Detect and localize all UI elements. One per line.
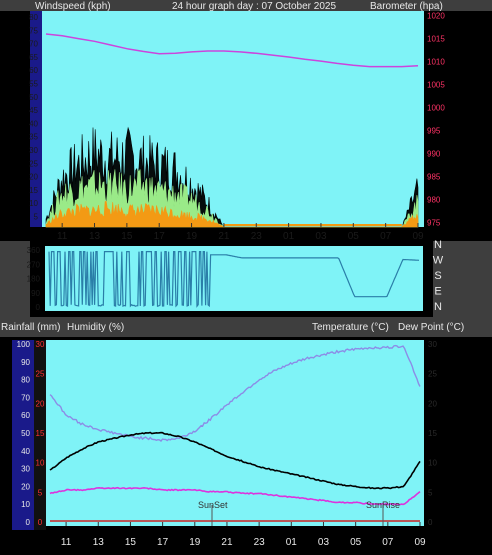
wind-tick-label: 55 [29,80,38,89]
rain-tick-label: 25 [36,370,45,379]
barometer-tick-label: 1020 [427,12,445,21]
x-tick-label: 19 [189,537,201,548]
x-tick-label: 01 [283,231,295,242]
rain-tick-label: 5 [38,488,43,497]
humidity-tick-label: 0 [26,518,31,527]
wind-tick-label: 5 [34,213,39,222]
windspeed-label: Windspeed (kph) [35,1,111,12]
humidity-tick-label: 60 [21,411,30,420]
x-tick-label: 05 [348,231,360,242]
rain-tick-label: 0 [38,518,43,527]
rain-tick-label: 20 [36,399,45,408]
x-tick-label: 21 [221,537,233,548]
rain-tick-label: 15 [36,429,45,438]
x-tick-label: 13 [93,537,105,548]
x-tick-label: 07 [382,537,394,548]
x-tick-label: 11 [61,537,72,548]
barometer-tick-label: 1010 [427,58,445,67]
humidity-tick-label: 20 [21,482,30,491]
barometer-tick-label: 985 [427,172,441,181]
x-tick-label: 23 [254,537,266,548]
temperature-tick-label: 25 [428,370,437,379]
wind-tick-label: 20 [29,173,38,182]
x-tick-label: 17 [154,231,166,242]
compass-label: S [434,270,441,282]
rain-tick-label: 30 [36,340,45,349]
x-tick-label: 03 [318,537,330,548]
chart-title: 24 hour graph day : 07 October 2025 [172,1,336,12]
temp-plot-area [46,340,424,526]
x-tick-label: 09 [412,231,424,242]
x-tick-label: 15 [121,231,133,242]
dewpoint-label: Dew Point (°C) [398,322,464,333]
rain-tick-label: 10 [36,459,45,468]
wind-tick-label: 70 [29,40,38,49]
x-tick-label: 03 [315,231,327,242]
x-tick-label: 07 [380,231,392,242]
compass-labels: NWSEN [433,239,444,313]
barometer-tick-label: 1015 [427,35,445,44]
humidity-tick-label: 70 [21,393,30,402]
direction-tick-label: 270 [27,260,41,269]
wind-tick-label: 15 [29,186,38,195]
x-tick-label: 21 [218,231,230,242]
direction-tick-label: 360 [27,246,41,255]
wind-tick-label: 65 [29,53,38,62]
wind-tick-label: 80 [29,13,38,22]
wind-tick-label: 10 [29,199,38,208]
barometer-tick-label: 990 [427,149,441,158]
humidity-tick-label: 10 [21,500,30,509]
compass-label: E [434,286,441,298]
humidity-tick-label: 80 [21,376,30,385]
x-tick-label: 23 [251,231,263,242]
wind-tick-label: 45 [29,106,38,115]
humidity-label: Humidity (%) [67,322,124,333]
humidity-tick-label: 50 [21,429,30,438]
temperature-tick-label: 20 [428,399,437,408]
sunrise-label: SunRise [366,500,400,510]
direction-tick-label: 90 [31,289,40,298]
wind-tick-label: 25 [29,159,38,168]
compass-label: N [434,239,442,251]
direction-tick-label: 180 [27,275,41,284]
x-tick-label: 19 [186,231,198,242]
x-tick-label: 05 [350,537,362,548]
humidity-tick-label: 90 [21,358,30,367]
rainfall-label: Rainfall (mm) [1,322,60,333]
wind-tick-label: 50 [29,93,38,102]
barometer-tick-label: 975 [427,218,441,227]
x-tick-label: 11 [57,231,68,242]
temperature-tick-label: 10 [428,459,437,468]
humidity-tick-label: 30 [21,465,30,474]
compass-label: N [434,301,442,313]
temperature-tick-label: 15 [428,429,437,438]
humidity-tick-label: 100 [17,340,31,349]
x-tick-label: 15 [125,537,137,548]
temperature-label: Temperature (°C) [312,322,389,333]
compass-label: W [433,255,444,267]
x-tick-label: 01 [286,537,298,548]
wind-tick-label: 75 [29,26,38,35]
weather-graph: Windspeed (kph) 24 hour graph day : 07 O… [0,1,492,555]
barometer-tick-label: 980 [427,195,441,204]
temperature-tick-label: 5 [428,488,433,497]
barometer-tick-label: 1000 [427,104,445,113]
wind-tick-label: 40 [29,119,38,128]
humidity-tick-label: 40 [21,447,30,456]
wind-tick-label: 30 [29,146,38,155]
wind-tick-label: 35 [29,133,38,142]
sunset-label: SunSet [198,500,228,510]
barometer-label: Barometer (hpa) [370,1,443,12]
temperature-tick-label: 30 [428,340,437,349]
x-tick-label: 17 [157,537,169,548]
x-tick-label: 13 [89,231,101,242]
barometer-tick-label: 995 [427,126,441,135]
temperature-tick-label: 0 [428,518,433,527]
wind-tick-label: 60 [29,66,38,75]
barometer-tick-label: 1005 [427,81,445,90]
x-tick-label: 09 [414,537,426,548]
direction-tick-label: 0 [36,303,41,312]
